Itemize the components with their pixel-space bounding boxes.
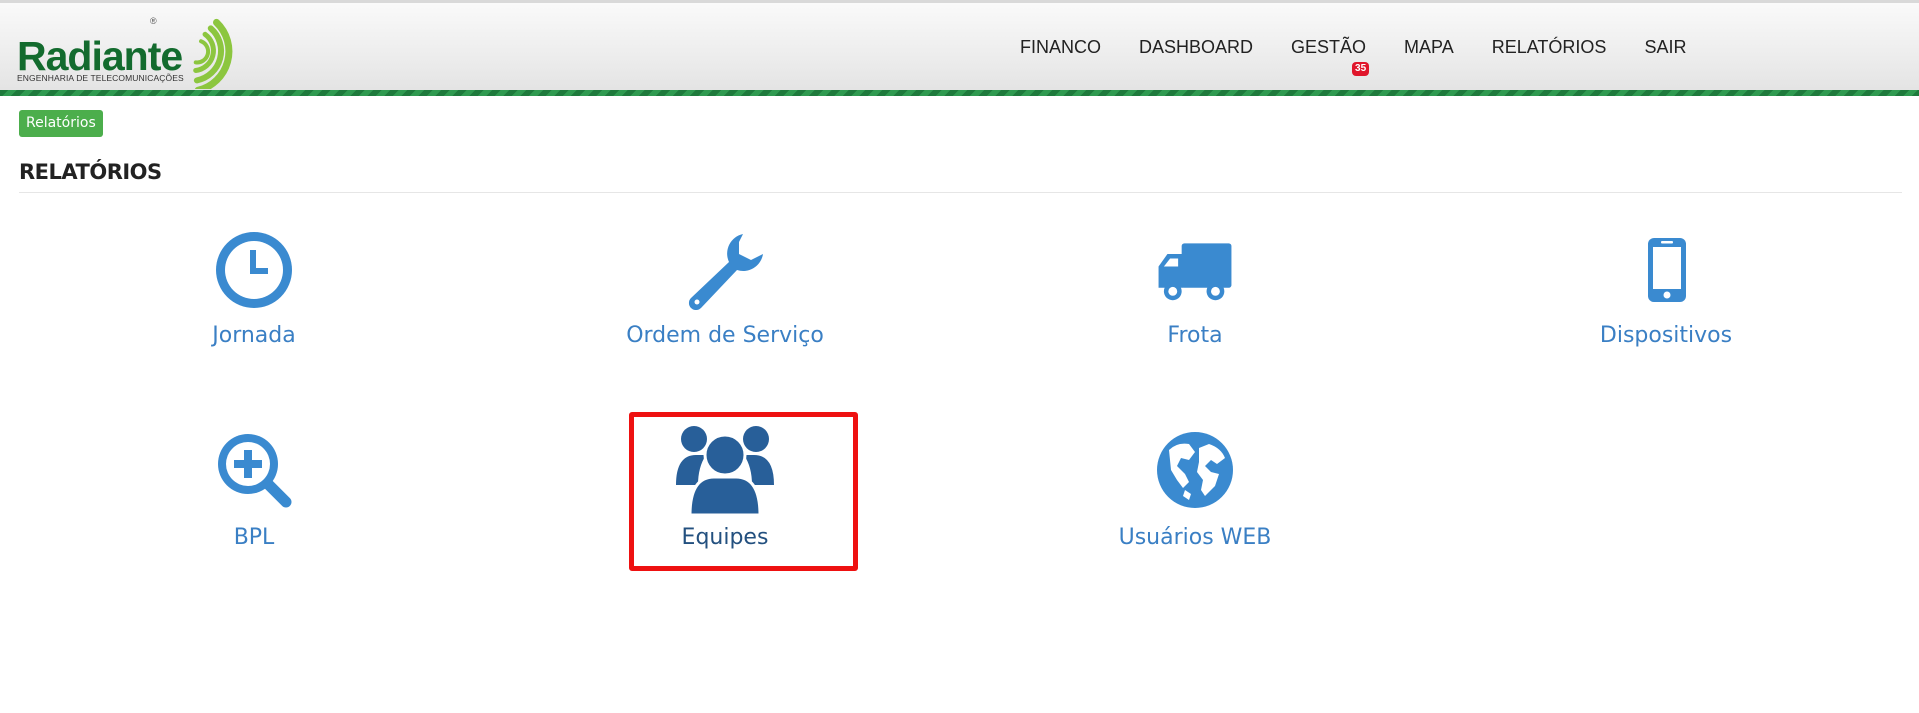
report-label: Jornada (212, 323, 296, 348)
clock-icon (216, 232, 292, 308)
breadcrumb[interactable]: Relatórios (19, 110, 103, 137)
nav-item-financo[interactable]: FINANCO (1020, 37, 1101, 67)
report-label: Usuários WEB (1118, 525, 1272, 550)
logo-tagline: ENGENHARIA DE TELECOMUNICAÇÕES (17, 73, 184, 83)
top-header: ® Radiante ENGENHARIA DE TELECOMUNICAÇÕE… (0, 0, 1919, 94)
report-label: Dispositivos (1599, 323, 1733, 348)
main-nav: FINANCO DASHBOARD GESTÃO 35 MAPA RELATÓR… (1020, 37, 1724, 76)
report-tile-equipes[interactable]: Equipes (575, 425, 875, 585)
nav-item-dashboard[interactable]: DASHBOARD (1139, 37, 1253, 67)
wrench-icon (688, 234, 763, 310)
notification-badge: 35 (1352, 62, 1370, 76)
nav-item-sair[interactable]: SAIR (1644, 37, 1686, 67)
globe-icon (1157, 432, 1233, 508)
report-tile-dispositivos[interactable]: Dispositivos (1516, 225, 1816, 385)
nav-item-label: GESTÃO (1291, 37, 1367, 57)
mobile-phone-icon (1648, 238, 1686, 302)
nav-item-gestao[interactable]: GESTÃO 35 (1291, 37, 1370, 76)
report-tile-ordem-de-servico[interactable]: Ordem de Serviço (575, 225, 875, 385)
header-stripe (0, 90, 1919, 96)
zoom-in-icon (218, 434, 292, 508)
radiante-logo[interactable]: ® Radiante ENGENHARIA DE TELECOMUNICAÇÕE… (15, 11, 245, 89)
report-label: Frota (1167, 323, 1223, 348)
report-label: Equipes (681, 525, 769, 550)
report-label: Ordem de Serviço (626, 323, 824, 348)
report-tile-frota[interactable]: Frota (1045, 225, 1345, 385)
report-tile-bpl[interactable]: BPL (104, 425, 404, 585)
report-tile-jornada[interactable]: Jornada (104, 225, 404, 385)
page-title: RELATÓRIOS (19, 160, 162, 184)
truck-icon (1158, 243, 1232, 301)
nav-item-mapa[interactable]: MAPA (1404, 37, 1454, 67)
title-divider (19, 192, 1902, 193)
report-label: BPL (233, 525, 275, 550)
report-tile-usuarios-web[interactable]: Usuários WEB (1045, 425, 1345, 585)
users-group-icon (676, 426, 774, 517)
nav-item-relatorios[interactable]: RELATÓRIOS (1492, 37, 1607, 67)
